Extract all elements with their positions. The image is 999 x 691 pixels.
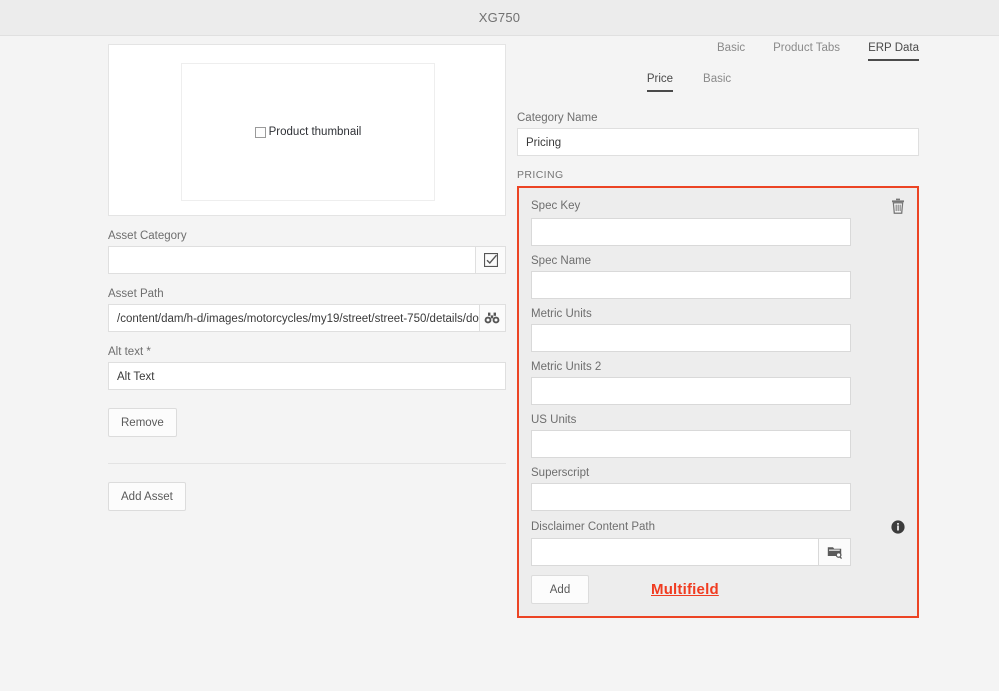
category-name-input[interactable]: Pricing (517, 128, 919, 156)
spec-name-label-row: Spec Name (531, 255, 905, 267)
broken-image-icon (254, 126, 266, 138)
pricing-section-label: PRICING (517, 169, 564, 181)
asset-category-picker-button[interactable] (476, 246, 506, 274)
checkbox-check-icon (483, 253, 498, 267)
multifield-footer: Add Multifield (531, 575, 905, 604)
alt-text-input-row: Alt Text (108, 362, 506, 390)
us-units-input[interactable] (531, 430, 851, 458)
thumbnail-alt-text: Product thumbnail (268, 126, 362, 138)
workspace: Product thumbnail Asset Category Asset P… (0, 36, 999, 691)
metric-units-field: Metric Units (531, 308, 905, 352)
disclaimer-input-row (531, 538, 905, 566)
asset-editor-column: Product thumbnail Asset Category Asset P… (108, 44, 506, 511)
asset-path-input-row: /content/dam/h-d/images/motorcycles/my19… (108, 304, 506, 332)
category-name-field: Category Name Pricing (517, 112, 919, 156)
us-units-field: US Units (531, 414, 905, 458)
spec-name-label: Spec Name (531, 255, 592, 267)
category-name-label: Category Name (517, 112, 598, 124)
tab-erp-data[interactable]: ERP Data (868, 42, 919, 61)
asset-category-input-row (108, 246, 506, 274)
disclaimer-content-path-label: Disclaimer Content Path (531, 521, 655, 533)
asset-section-divider (108, 463, 506, 464)
thumbnail-drop-zone[interactable]: Product thumbnail (181, 63, 435, 201)
superscript-label-row: Superscript (531, 467, 905, 479)
disclaimer-content-path-input[interactable] (531, 538, 819, 566)
alt-text-input[interactable]: Alt Text (108, 362, 506, 390)
asset-path-label: Asset Path (108, 288, 164, 300)
spec-key-label: Spec Key (531, 200, 581, 212)
app-header: XG750 (0, 0, 999, 36)
metric-units-label-row: Metric Units (531, 308, 905, 320)
pricing-multifield-box: Spec Key Spec Name Metric Units Metric U… (517, 186, 919, 618)
alt-text-field: Alt text * Alt Text (108, 346, 506, 390)
thumbnail-panel: Product thumbnail (108, 44, 506, 216)
metric-units-input[interactable] (531, 324, 851, 352)
metric-units-2-field: Metric Units 2 (531, 361, 905, 405)
spec-key-field: Spec Key (531, 198, 905, 246)
spec-key-input[interactable] (531, 218, 851, 246)
spec-name-input[interactable] (531, 271, 851, 299)
primary-tab-bar: Basic Product Tabs ERP Data (517, 36, 919, 61)
add-multifield-item-button[interactable]: Add (531, 575, 589, 604)
us-units-label-row: US Units (531, 414, 905, 426)
metric-units-2-label: Metric Units 2 (531, 361, 602, 373)
superscript-input[interactable] (531, 483, 851, 511)
disclaimer-label-row: Disclaimer Content Path (531, 520, 905, 534)
tab-product-tabs[interactable]: Product Tabs (773, 42, 840, 61)
broken-image-placeholder: Product thumbnail (254, 126, 362, 138)
metric-units-2-input[interactable] (531, 377, 851, 405)
us-units-label: US Units (531, 414, 577, 426)
alt-text-label: Alt text * (108, 346, 151, 358)
secondary-tab-bar: Price Basic (517, 73, 919, 92)
info-icon[interactable] (891, 520, 905, 534)
erp-data-column: Basic Product Tabs ERP Data Price Basic … (517, 36, 919, 618)
disclaimer-browse-button[interactable] (819, 538, 851, 566)
tab-basic[interactable]: Basic (717, 42, 745, 61)
asset-path-field: Asset Path /content/dam/h-d/images/motor… (108, 288, 506, 332)
asset-category-field: Asset Category (108, 230, 506, 274)
remove-asset-button[interactable]: Remove (108, 408, 177, 437)
asset-category-input[interactable] (108, 246, 476, 274)
page-title: XG750 (478, 10, 521, 25)
multifield-annotation-label: Multifield (651, 581, 719, 598)
tab-price[interactable]: Price (646, 73, 674, 92)
asset-category-label: Asset Category (108, 230, 187, 242)
metric-units-label: Metric Units (531, 308, 592, 320)
superscript-field: Superscript (531, 467, 905, 511)
folder-search-icon (827, 545, 843, 559)
tab-basic-sub[interactable]: Basic (703, 73, 731, 92)
binoculars-icon (484, 311, 500, 325)
superscript-label: Superscript (531, 467, 590, 479)
add-asset-button[interactable]: Add Asset (108, 482, 186, 511)
spec-key-label-row: Spec Key (531, 198, 905, 214)
asset-path-input[interactable]: /content/dam/h-d/images/motorcycles/my19… (108, 304, 480, 332)
spec-name-field: Spec Name (531, 255, 905, 299)
trash-icon[interactable] (891, 198, 905, 214)
category-name-input-row: Pricing (517, 128, 919, 156)
metric-units-2-label-row: Metric Units 2 (531, 361, 905, 373)
asset-path-browse-button[interactable] (479, 304, 506, 332)
disclaimer-content-path-field: Disclaimer Content Path (531, 520, 905, 566)
